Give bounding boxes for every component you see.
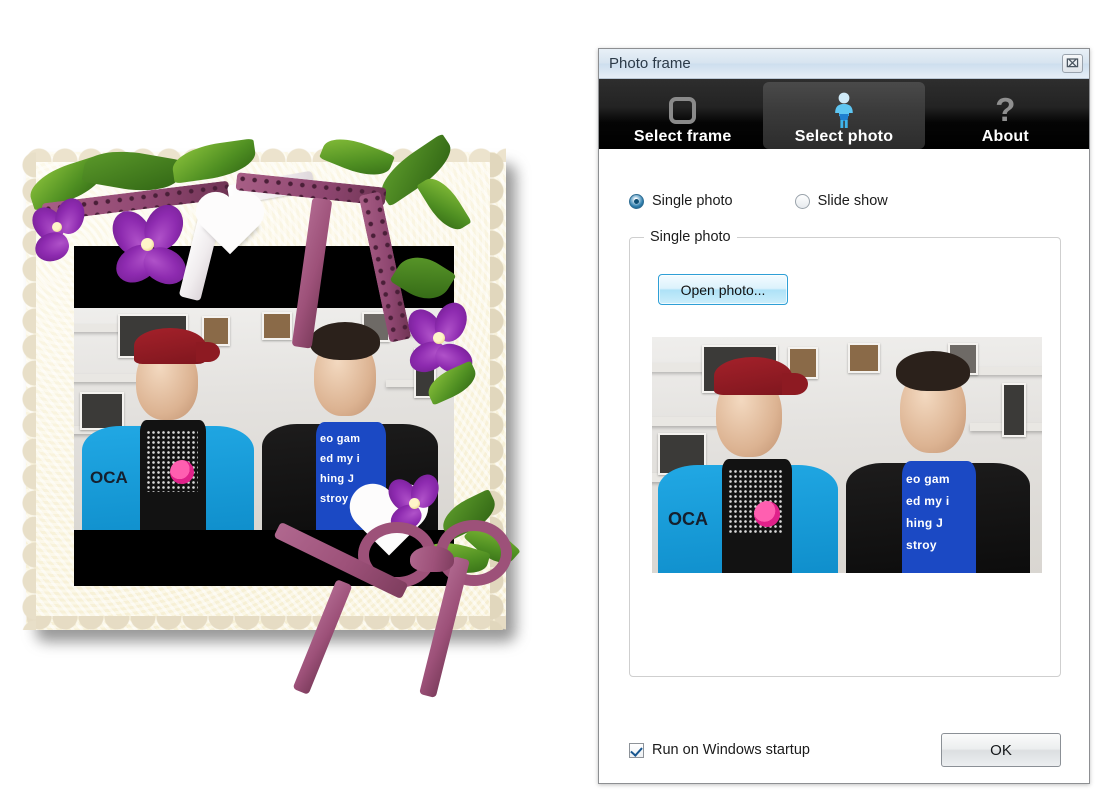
- frame-stage: OCA eo gam ed my i hing J stroy: [10, 129, 532, 698]
- close-icon[interactable]: ⌧: [1062, 54, 1083, 73]
- radio-single-photo-indicator[interactable]: [629, 193, 644, 209]
- open-photo-button[interactable]: Open photo...: [658, 274, 788, 305]
- radio-single-photo-label: Single photo: [652, 193, 733, 209]
- run-on-startup-checkbox[interactable]: Run on Windows startup: [629, 742, 810, 758]
- tab-about-label: About: [981, 128, 1029, 145]
- run-on-startup-label: Run on Windows startup: [652, 742, 810, 758]
- tab-select-photo-label: Select photo: [794, 128, 894, 145]
- window-title: Photo frame: [609, 55, 691, 72]
- radio-slide-show-indicator[interactable]: [794, 193, 810, 209]
- dialog-content: Single photo Slide show Single photo Ope…: [599, 149, 1089, 783]
- tab-about[interactable]: ? About: [925, 82, 1086, 149]
- tab-select-frame[interactable]: Select frame: [602, 82, 763, 149]
- question-mark-icon: ?: [995, 91, 1016, 128]
- radio-slide-show-label: Slide show: [817, 193, 888, 209]
- radio-slide-show[interactable]: Slide show: [794, 193, 888, 209]
- run-on-startup-indicator[interactable]: [629, 742, 644, 758]
- photo-preview[interactable]: OCA eo gam ed my i hing J stroy: [652, 337, 1042, 573]
- framed-photo-artwork: OCA eo gam ed my i hing J stroy: [0, 0, 580, 800]
- dialog-titlebar: Photo frame ⌧: [599, 49, 1089, 79]
- radio-single-photo[interactable]: Single photo: [629, 193, 733, 209]
- groupbox-title: Single photo: [644, 229, 737, 245]
- tab-select-photo[interactable]: Select photo: [763, 82, 925, 149]
- person-icon: [763, 91, 924, 129]
- tab-bar: Select frame Select photo ? About: [599, 79, 1089, 149]
- tab-select-frame-label: Select frame: [633, 128, 732, 145]
- rounded-square-icon: [602, 91, 763, 129]
- single-photo-groupbox: Single photo Open photo... OCA eo gam ed…: [629, 229, 1061, 677]
- mode-radio-group: Single photo Slide show: [629, 193, 888, 209]
- photo-frame-dialog: Photo frame ⌧ Select frame Select photo: [598, 48, 1090, 784]
- ok-button[interactable]: OK: [941, 733, 1061, 767]
- dialog-footer: Run on Windows startup OK: [599, 733, 1089, 767]
